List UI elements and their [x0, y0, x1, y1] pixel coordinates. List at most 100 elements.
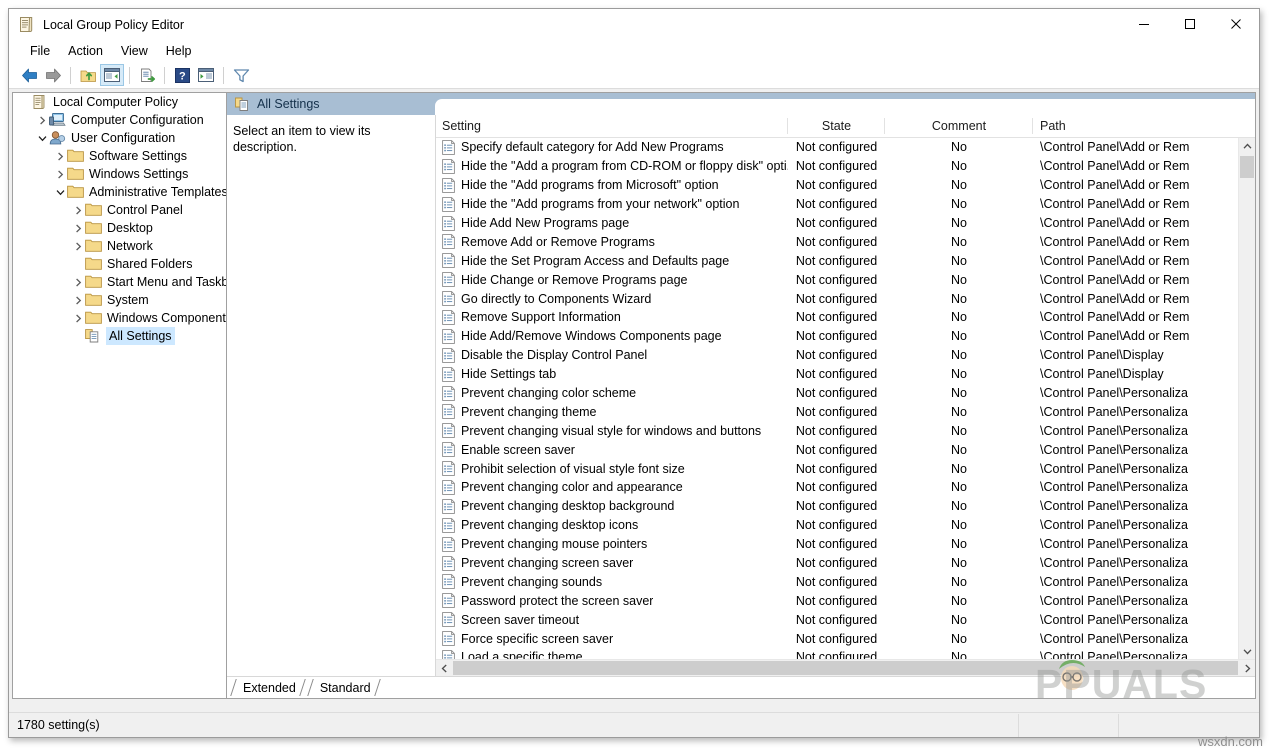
forward-button[interactable] [41, 64, 65, 86]
table-row[interactable]: Hide the "Add programs from your network… [436, 195, 1255, 214]
table-row[interactable]: Password protect the screen saverNot con… [436, 591, 1255, 610]
table-row[interactable]: Prevent changing themeNot configuredNo\C… [436, 402, 1255, 421]
policy-setting-icon [442, 216, 455, 231]
tree-item-windows-settings[interactable]: Windows Settings [13, 165, 226, 183]
tree-item-software-settings[interactable]: Software Settings [13, 147, 226, 165]
chevron-right-icon[interactable] [53, 147, 67, 165]
table-row[interactable]: Disable the Display Control PanelNot con… [436, 346, 1255, 365]
vertical-scroll-track[interactable] [1239, 154, 1255, 643]
setting-name: Password protect the screen saver [461, 594, 653, 608]
vertical-scroll-thumb[interactable] [1240, 156, 1254, 178]
cell-comment: No [885, 537, 1033, 551]
table-row[interactable]: Prevent changing mouse pointersNot confi… [436, 535, 1255, 554]
tree-item-computer-configuration[interactable]: Computer Configuration [13, 111, 226, 129]
up-one-level-button[interactable] [76, 64, 100, 86]
export-list-button[interactable] [135, 64, 159, 86]
console-tree-pane[interactable]: Local Computer PolicyComputer Configurat… [12, 92, 226, 699]
tree-item-network[interactable]: Network [13, 237, 226, 255]
tab-standard[interactable]: Standard [306, 678, 381, 698]
table-row[interactable]: Prevent changing soundsNot configuredNo\… [436, 572, 1255, 591]
column-header-comment[interactable]: Comment [885, 115, 1033, 137]
column-header-state[interactable]: State [788, 115, 885, 137]
tree-item-desktop[interactable]: Desktop [13, 219, 226, 237]
table-row[interactable]: Hide Add/Remove Windows Components pageN… [436, 327, 1255, 346]
help-button[interactable]: ? [170, 64, 194, 86]
scroll-up-button[interactable] [1239, 138, 1255, 154]
chevron-right-icon[interactable] [71, 291, 85, 309]
minimize-button[interactable] [1121, 9, 1167, 39]
table-row[interactable]: Remove Support InformationNot configured… [436, 308, 1255, 327]
tree-item-local-computer-policy[interactable]: Local Computer Policy [13, 93, 226, 111]
policy-setting-icon [442, 310, 455, 325]
tree-item-system[interactable]: System [13, 291, 226, 309]
table-row[interactable]: Remove Add or Remove ProgramsNot configu… [436, 232, 1255, 251]
menu-bar: FileActionViewHelp [9, 40, 1259, 62]
table-row[interactable]: Hide the "Add a program from CD-ROM or f… [436, 157, 1255, 176]
table-row[interactable]: Hide the "Add programs from Microsoft" o… [436, 176, 1255, 195]
tree-item-control-panel[interactable]: Control Panel [13, 201, 226, 219]
chevron-right-icon[interactable] [71, 273, 85, 291]
table-row[interactable]: Force specific screen saverNot configure… [436, 629, 1255, 648]
cell-state: Not configured [788, 650, 885, 659]
table-row[interactable]: Prevent changing color schemeNot configu… [436, 384, 1255, 403]
vertical-scrollbar[interactable] [1238, 138, 1255, 659]
table-row[interactable]: Prevent changing screen saverNot configu… [436, 554, 1255, 573]
tree-item-administrative-templates[interactable]: Administrative Templates [13, 183, 226, 201]
cell-state: Not configured [788, 310, 885, 324]
table-row[interactable]: Screen saver timeoutNot configuredNo\Con… [436, 610, 1255, 629]
horizontal-scrollbar[interactable] [436, 659, 1255, 676]
tree-item-label: Windows Settings [89, 165, 188, 183]
chevron-right-icon[interactable] [71, 309, 85, 327]
cell-path: \Control Panel\Add or Rem [1033, 329, 1255, 343]
scroll-down-button[interactable] [1239, 643, 1255, 659]
tree-item-all-settings[interactable]: All Settings [13, 327, 226, 345]
cell-setting: Disable the Display Control Panel [436, 348, 788, 363]
menu-help[interactable]: Help [157, 43, 201, 60]
table-row[interactable]: Hide the Set Program Access and Defaults… [436, 251, 1255, 270]
table-row[interactable]: Enable screen saverNot configuredNo\Cont… [436, 440, 1255, 459]
menu-action[interactable]: Action [59, 43, 112, 60]
tab-edge [299, 679, 306, 696]
cell-path: \Control Panel\Add or Rem [1033, 273, 1255, 287]
tree-item-shared-folders[interactable]: Shared Folders [13, 255, 226, 273]
table-row[interactable]: Prevent changing desktop iconsNot config… [436, 516, 1255, 535]
chevron-down-icon[interactable] [53, 183, 67, 201]
back-button[interactable] [17, 64, 41, 86]
chevron-right-icon[interactable] [35, 111, 49, 129]
table-row[interactable]: Hide Settings tabNot configuredNo\Contro… [436, 365, 1255, 384]
chevron-right-icon[interactable] [71, 201, 85, 219]
table-row[interactable]: Load a specific themeNot configuredNo\Co… [436, 648, 1255, 659]
scroll-left-button[interactable] [436, 660, 452, 676]
chevron-right-icon[interactable] [71, 237, 85, 255]
table-row[interactable]: Go directly to Components WizardNot conf… [436, 289, 1255, 308]
chevron-down-icon[interactable] [35, 129, 49, 147]
setting-name: Force specific screen saver [461, 632, 613, 646]
table-row[interactable]: Prevent changing visual style for window… [436, 421, 1255, 440]
menu-file[interactable]: File [21, 43, 59, 60]
table-row[interactable]: Prevent changing desktop backgroundNot c… [436, 497, 1255, 516]
horizontal-scroll-track[interactable] [452, 660, 1239, 676]
tree-item-user-configuration[interactable]: User Configuration [13, 129, 226, 147]
menu-view[interactable]: View [112, 43, 157, 60]
table-row[interactable]: Prevent changing color and appearanceNot… [436, 478, 1255, 497]
table-row[interactable]: Hide Add New Programs pageNot configured… [436, 214, 1255, 233]
cell-comment: No [885, 556, 1033, 570]
chevron-right-icon[interactable] [71, 219, 85, 237]
chevron-right-icon[interactable] [53, 165, 67, 183]
table-row[interactable]: Prohibit selection of visual style font … [436, 459, 1255, 478]
tree-item-start-menu-and-taskbar[interactable]: Start Menu and Taskbar [13, 273, 226, 291]
filter-button[interactable] [229, 64, 253, 86]
table-row[interactable]: Specify default category for Add New Pro… [436, 138, 1255, 157]
scroll-right-button[interactable] [1239, 660, 1255, 676]
column-header-setting[interactable]: Setting [436, 115, 788, 137]
cell-comment: No [885, 499, 1033, 513]
tab-extended[interactable]: Extended [229, 678, 306, 698]
table-row[interactable]: Hide Change or Remove Programs pageNot c… [436, 270, 1255, 289]
tree-item-windows-components[interactable]: Windows Components [13, 309, 226, 327]
show-hide-tree-button[interactable] [100, 64, 124, 86]
close-button[interactable] [1213, 9, 1259, 39]
show-hide-action-pane-button[interactable] [194, 64, 218, 86]
horizontal-scroll-thumb[interactable] [453, 661, 1238, 675]
maximize-button[interactable] [1167, 9, 1213, 39]
column-header-path[interactable]: Path [1033, 115, 1255, 137]
